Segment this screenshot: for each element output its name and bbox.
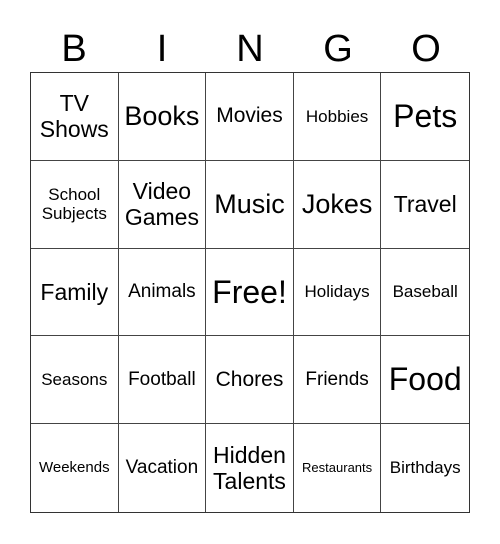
bingo-cell[interactable]: Food: [381, 336, 469, 425]
bingo-cell[interactable]: Animals: [118, 248, 207, 337]
bingo-cell[interactable]: Birthdays: [381, 424, 469, 512]
bingo-cell[interactable]: Books: [118, 73, 207, 161]
header-letter-n: N: [236, 28, 264, 70]
bingo-cell[interactable]: Travel: [381, 161, 469, 249]
bingo-cell[interactable]: Music: [206, 160, 294, 249]
bingo-cell[interactable]: TV Shows: [31, 73, 119, 161]
bingo-cell[interactable]: Chores: [206, 336, 294, 425]
bingo-cell[interactable]: Hidden Talents: [206, 424, 294, 512]
bingo-cell[interactable]: Jokes: [293, 160, 382, 249]
bingo-cell[interactable]: Family: [31, 248, 119, 337]
header-letter-b: B: [61, 28, 87, 70]
bingo-cell[interactable]: Seasons: [31, 336, 119, 425]
bingo-cell[interactable]: Restaurants: [294, 424, 382, 512]
bingo-cell[interactable]: Movies: [206, 73, 294, 161]
header-letter-g: G: [323, 28, 353, 70]
bingo-cell[interactable]: Football: [118, 336, 207, 425]
bingo-cell[interactable]: Weekends: [31, 424, 119, 512]
header-letter-o: O: [411, 28, 441, 70]
header-letter-i: I: [156, 28, 168, 70]
bingo-header: B I N G O: [30, 26, 470, 72]
bingo-cell-free-space[interactable]: Free!: [206, 248, 294, 337]
bingo-cell[interactable]: Baseball: [381, 249, 469, 337]
bingo-card-grid: TV Shows Books Movies Hobbies Pets Schoo…: [30, 72, 470, 513]
bingo-cell[interactable]: Pets: [381, 73, 469, 161]
bingo-cell[interactable]: Holidays: [293, 248, 382, 337]
bingo-cell[interactable]: Friends: [293, 336, 382, 425]
bingo-cell[interactable]: Vacation: [119, 424, 207, 512]
bingo-cell[interactable]: Video Games: [118, 160, 207, 249]
bingo-cell[interactable]: Hobbies: [293, 73, 382, 161]
bingo-cell[interactable]: School Subjects: [31, 160, 119, 249]
